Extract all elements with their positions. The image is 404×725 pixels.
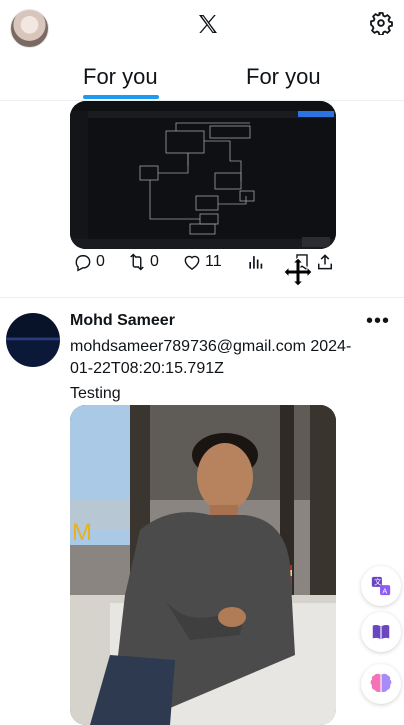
heart-icon xyxy=(184,255,200,270)
post: Mohd Sameer ••• mohdsameer789736@gmail.c… xyxy=(0,300,404,725)
svg-text:A: A xyxy=(382,586,387,595)
reader-button[interactable] xyxy=(361,612,401,652)
like-count: 11 xyxy=(205,253,222,270)
more-horizontal-icon[interactable]: ••• xyxy=(366,310,390,333)
post-author-name[interactable]: Mohd Sameer xyxy=(70,312,175,330)
repost-icon xyxy=(130,253,144,271)
post-divider xyxy=(0,297,404,298)
feed-tabs: For you For you xyxy=(0,52,404,100)
x-logo-icon[interactable] xyxy=(196,12,220,36)
upload-icon xyxy=(318,254,332,270)
brain-icon xyxy=(370,673,392,692)
profile-avatar[interactable] xyxy=(10,9,49,48)
speech-bubble-icon xyxy=(75,255,91,272)
person-photo-image: M xyxy=(70,405,336,725)
diagram-image xyxy=(70,101,336,249)
translate-button[interactable]: 文 A xyxy=(361,566,401,606)
repost-action[interactable]: 0 xyxy=(127,252,159,272)
top-bar xyxy=(0,0,404,48)
post-author-meta: mohdsameer789736@gmail.com 2024-01-22T08… xyxy=(70,338,352,377)
like-action[interactable]: 11 xyxy=(182,252,222,272)
share-action[interactable] xyxy=(315,252,335,272)
user-avatar[interactable] xyxy=(6,313,60,367)
bar-chart-icon xyxy=(249,256,263,269)
active-tab-indicator xyxy=(83,95,159,99)
reply-count: 0 xyxy=(96,253,105,270)
views-action[interactable] xyxy=(246,252,266,272)
post-media-diagram-screenshot[interactable] xyxy=(70,101,336,249)
gear-icon[interactable] xyxy=(369,11,393,35)
translate-icon: 文 A xyxy=(371,576,391,595)
post-photo[interactable]: M xyxy=(70,405,336,725)
book-icon xyxy=(372,624,390,640)
svg-text:文: 文 xyxy=(374,578,382,587)
tab-for-you-1[interactable]: For you xyxy=(83,64,158,90)
post-text: Testing xyxy=(70,385,121,402)
tab-for-you-2[interactable]: For you xyxy=(246,64,321,90)
svg-text:M: M xyxy=(72,519,92,546)
move-cursor-icon xyxy=(283,257,313,287)
repost-count: 0 xyxy=(150,253,159,270)
reply-action[interactable]: 0 xyxy=(73,252,105,272)
ai-assistant-button[interactable] xyxy=(361,664,401,704)
